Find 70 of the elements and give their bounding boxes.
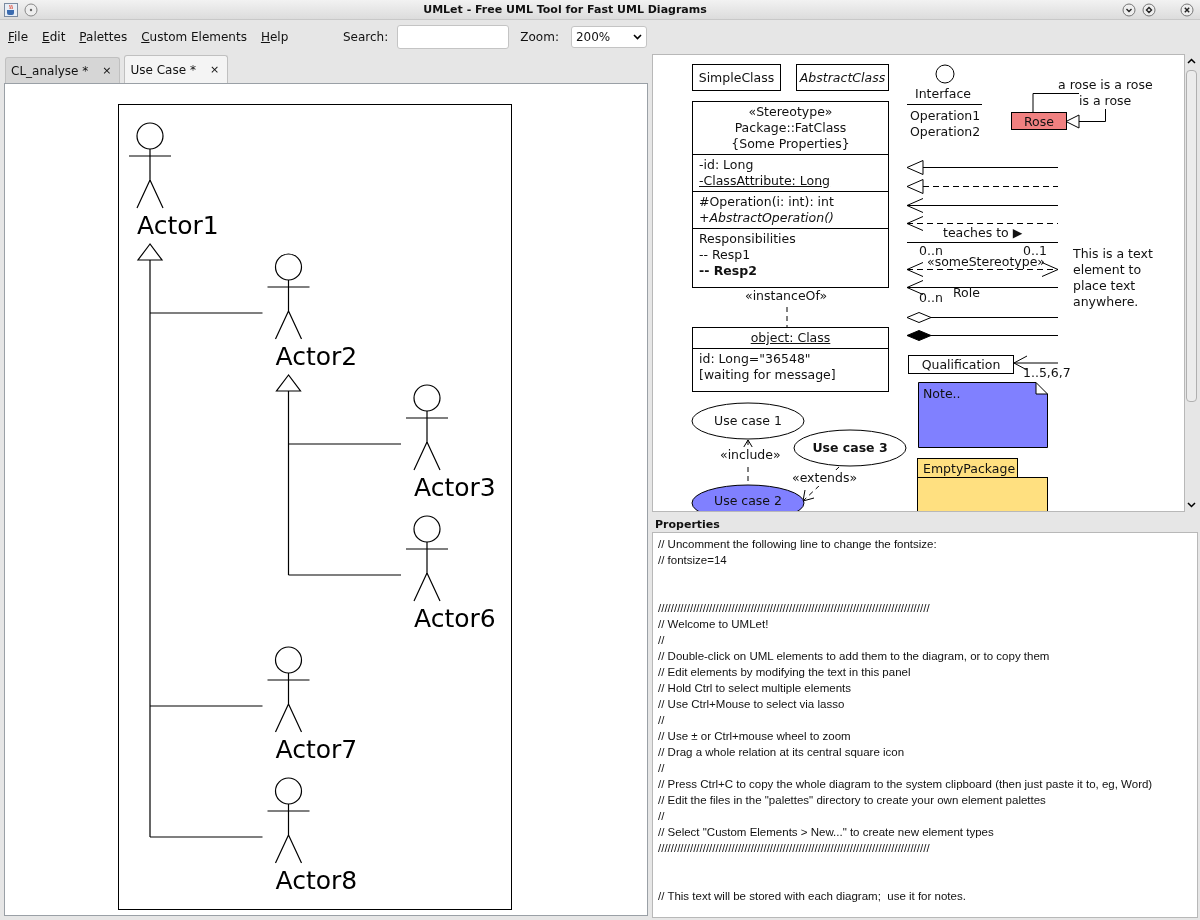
search-field[interactable]: [397, 24, 510, 49]
tab-close-button[interactable]: ×: [209, 63, 220, 76]
use-case-label: Use case 1: [713, 413, 783, 429]
stereotype-label: «extends»: [792, 470, 858, 486]
chevron-down-icon: [632, 33, 642, 40]
use-case-label: Use case 3: [811, 440, 889, 456]
qualifier-box: Qualification: [908, 355, 1014, 374]
object-attribute: id: Long="36548": [699, 351, 812, 367]
interface-operation: Operation1: [910, 108, 981, 124]
document-tab[interactable]: CL_analyse * ×: [5, 57, 121, 83]
text-element: This is a text element to place text anywhere.: [1073, 246, 1154, 310]
actor-figure-icon: [405, 384, 449, 471]
document-tab[interactable]: Use Case * ×: [124, 55, 229, 83]
class-responsibility: Responsibilities: [699, 231, 797, 247]
class-name: Package::FatClass: [733, 120, 848, 136]
window-title: UMLet - Free UML Tool for Fast UML Diagrams: [422, 3, 708, 16]
menu-item[interactable]: File: [1, 29, 36, 44]
class-operation: #Operation(i: int): int: [699, 194, 835, 210]
interface-circle-icon: [935, 64, 955, 84]
menu-item[interactable]: Palettes: [72, 29, 135, 44]
object-attribute: [waiting for message]: [699, 367, 837, 383]
menu-item[interactable]: Help: [253, 29, 296, 44]
actor-figure-icon: [128, 122, 172, 209]
multiplicity-label: 0..n: [919, 290, 943, 306]
class-box: Rose: [1011, 112, 1067, 130]
actor-label: Actor2: [275, 342, 358, 371]
close-button[interactable]: [1180, 2, 1194, 17]
scroll-down-icon: [1187, 502, 1196, 508]
class-box: SimpleClass: [692, 64, 781, 91]
class-properties: {Some Properties}: [730, 136, 851, 152]
zoom-dropdown[interactable]: 200%: [570, 25, 647, 48]
interface-name: Interface: [915, 86, 971, 102]
role-label: Role: [953, 285, 980, 301]
interface-operation: Operation2: [910, 124, 981, 140]
zoom-label: Zoom:: [520, 29, 559, 44]
multiplicity-label: 1..5,6,7: [1023, 365, 1071, 381]
properties-text-area[interactable]: // Uncomment the following line to change the fontsize: // fontsize=14 ///////////////////////////////////////////////////////////////////////////////////// // Welcome to UMLet! // // Double-click on UML elements to add them to the diagram, or to copy them // Edit elements by modifying the text in this panel // Hold Ctrl to select multiple elements // Use Ctrl+Mouse to select via lasso // // Use ± or Ctrl+mouse wheel to zoom // Drag a whole relation at its central square icon // // Press Ctrl+C to copy the whole diagram to the system clipboard (then just paste it to, eg, Word) // Edit the files in the "palettes" directory to create your own element palettes // // Select "Custom Elements > New..." to create new element types ///////////////////////////////////////////////////////////////////////////////////// // This text will be stored with each diagram; use it for notes.: [652, 532, 1198, 918]
class-responsibility: -- Resp2: [699, 263, 758, 279]
package-name: EmptyPackage: [923, 461, 1016, 477]
menu-item[interactable]: Custom Elements: [134, 29, 254, 44]
actor-figure-icon: [266, 646, 311, 733]
actor-label: Actor6: [414, 604, 496, 633]
scroll-up-icon: [1187, 58, 1196, 64]
actor-label: Actor8: [275, 866, 358, 895]
stereotype-label: «instanceOf»: [745, 288, 828, 304]
search-label: Search:: [343, 29, 389, 44]
maximize-button[interactable]: [1142, 2, 1156, 17]
actor-figure-icon: [266, 777, 311, 864]
actor-figure-icon: [405, 515, 449, 602]
relation-label: is a rose: [1079, 93, 1132, 109]
properties-title: Properties: [654, 517, 721, 532]
class-operation: +AbstractOperation(): [699, 210, 835, 226]
tab-close-button[interactable]: ×: [102, 64, 112, 77]
java-cup-icon: [4, 2, 18, 17]
stereotype-label: «include»: [720, 447, 781, 463]
actor-label: Actor1: [137, 211, 219, 240]
note-text: Note..: [923, 386, 961, 402]
class-box: AbstractClass: [796, 64, 889, 91]
class-attribute: -id: Long: [699, 157, 755, 173]
class-responsibility: -- Resp1: [699, 247, 752, 263]
use-case-label: Use case 2: [713, 493, 783, 509]
relation-label: teaches to ▶: [943, 225, 1023, 241]
class-attribute: -ClassAttribute: Long: [699, 173, 832, 189]
menu-item[interactable]: Edit: [35, 29, 73, 44]
object-name: object: Class: [749, 330, 832, 346]
class-stereotype: «Stereotype»: [747, 104, 834, 120]
minimize-button[interactable]: [1122, 2, 1136, 17]
actor-label: Actor3: [414, 473, 496, 502]
actor-figure-icon: [266, 253, 311, 340]
actor-label: Actor7: [275, 735, 358, 764]
